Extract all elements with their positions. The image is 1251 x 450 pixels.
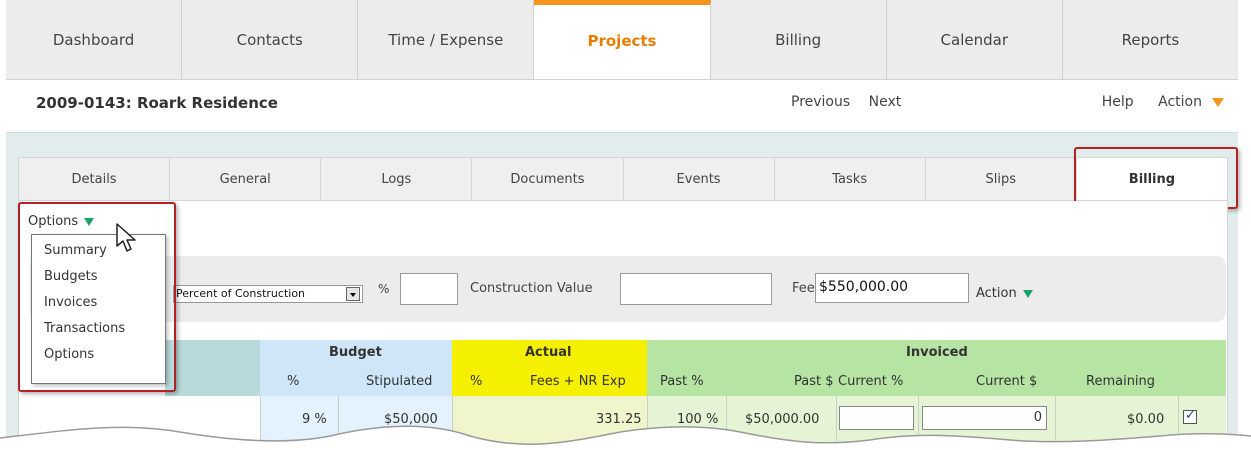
budget-group-label: Budget (329, 345, 382, 360)
nav-tab-calendar[interactable]: Calendar (887, 0, 1063, 79)
select-arrow-icon (346, 287, 360, 301)
budget-pct-header: % (287, 374, 300, 389)
options-menu-highlight (18, 202, 176, 392)
subtab-details[interactable]: Details (19, 158, 171, 200)
dropdown-arrow-icon (1212, 97, 1224, 107)
billing-action-label: Action (976, 286, 1017, 301)
project-header: 2009-0143: Roark Residence Previous Next… (6, 80, 1238, 132)
header-actions: Help Action (1092, 94, 1224, 110)
current-dollar-header: Current $ (976, 374, 1038, 389)
invoiced-group-label: Invoiced (906, 345, 968, 360)
fee-input[interactable]: $550,000.00 (815, 273, 969, 303)
subtab-events[interactable]: Events (624, 158, 775, 200)
dropdown-arrow-icon (1022, 289, 1033, 298)
record-pager: Previous Next (791, 94, 915, 110)
project-subtabs: Details General Logs Documents Events Ta… (18, 157, 1228, 201)
percent-label: % (378, 282, 390, 296)
stipulated-header: Stipulated (366, 374, 433, 389)
nav-tab-time-expense[interactable]: Time / Expense (358, 0, 535, 79)
torn-edge-decoration (0, 425, 1251, 450)
nav-tab-billing[interactable]: Billing (711, 0, 887, 79)
action-menu[interactable]: Action (1148, 94, 1224, 110)
action-label: Action (1158, 94, 1202, 110)
current-pct-header: Current % (838, 374, 904, 389)
subtab-general[interactable]: General (170, 158, 322, 200)
actual-pct-header: % (470, 374, 483, 389)
subtab-documents[interactable]: Documents (472, 158, 624, 200)
billing-tab-highlight (1074, 147, 1238, 209)
previous-link[interactable]: Previous (791, 94, 850, 110)
nav-tab-reports[interactable]: Reports (1063, 0, 1238, 79)
fee-method-select[interactable]: Percent of Construction (173, 285, 363, 303)
subtab-slips[interactable]: Slips (926, 158, 1077, 200)
mouse-cursor-icon (116, 223, 136, 252)
next-link[interactable]: Next (869, 94, 902, 110)
subtab-tasks[interactable]: Tasks (775, 158, 926, 200)
nav-tab-contacts[interactable]: Contacts (182, 0, 359, 79)
subtab-logs[interactable]: Logs (321, 158, 473, 200)
project-title: 2009-0143: Roark Residence (36, 94, 278, 112)
remaining-header: Remaining (1086, 374, 1156, 389)
past-dollar-header: Past $ (794, 374, 834, 389)
nav-tab-projects[interactable]: Projects (534, 0, 711, 79)
fee-method-value: Percent of Construction (176, 287, 306, 300)
percent-input[interactable] (400, 273, 458, 305)
fees-nr-exp-header: Fees + NR Exp (530, 374, 626, 389)
construction-value-input[interactable] (620, 273, 772, 305)
header-phase-column (165, 340, 260, 396)
nav-tab-dashboard[interactable]: Dashboard (6, 0, 183, 79)
main-nav: Dashboard Contacts Time / Expense Projec… (6, 0, 1238, 80)
help-link[interactable]: Help (1102, 94, 1134, 110)
actual-group-label: Actual (525, 345, 572, 360)
construction-value-label: Construction Value (470, 281, 593, 296)
past-pct-header: Past % (660, 374, 704, 389)
fee-label: Fee (792, 281, 815, 296)
billing-action-menu[interactable]: Action (976, 286, 1033, 301)
